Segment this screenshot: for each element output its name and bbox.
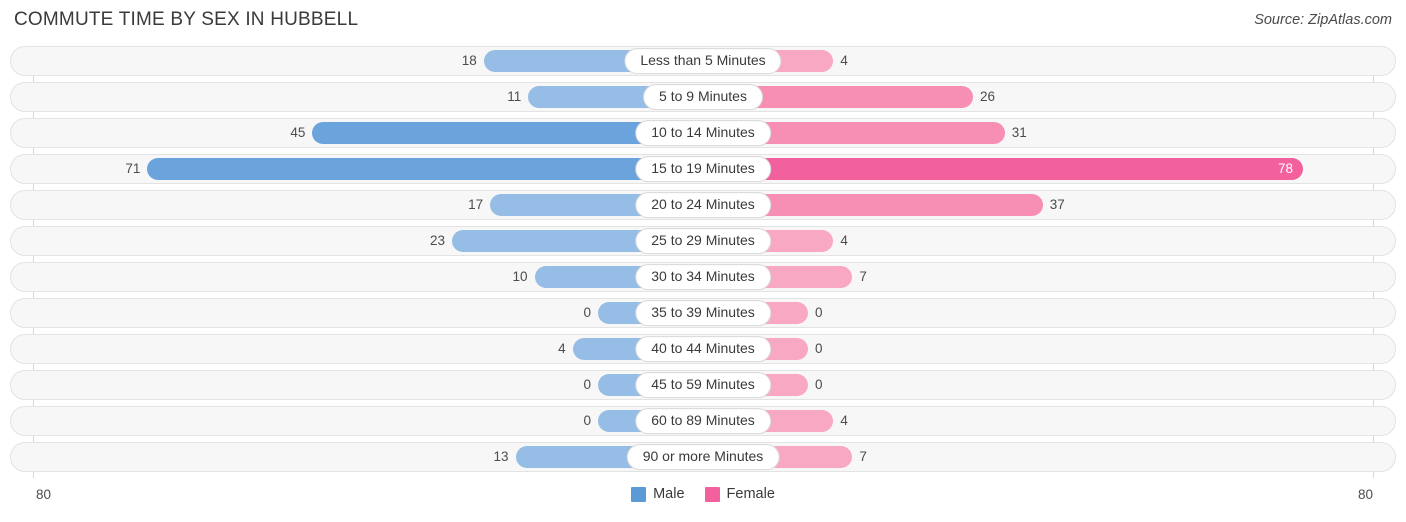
female-side: 78 xyxy=(703,158,1345,180)
category-label: 20 to 24 Minutes xyxy=(635,192,771,218)
legend-label: Male xyxy=(653,486,685,502)
source-attribution: Source: ZipAtlas.com xyxy=(1254,12,1392,28)
category-label: 60 to 89 Minutes xyxy=(635,408,771,434)
category-label: 30 to 34 Minutes xyxy=(635,264,771,290)
chart-row[interactable]: 11 26 5 to 9 Minutes xyxy=(10,82,1396,112)
male-side: 11 xyxy=(61,86,703,108)
category-label: 15 to 19 Minutes xyxy=(635,156,771,182)
female-value-label: 4 xyxy=(840,53,848,69)
male-value-label: 45 xyxy=(290,125,306,141)
category-label: 10 to 14 Minutes xyxy=(635,120,771,146)
male-side: 45 xyxy=(61,122,703,144)
male-side: 23 xyxy=(61,230,703,252)
female-value-label: 0 xyxy=(815,341,823,357)
male-side: 0 xyxy=(61,374,703,396)
male-value-label: 11 xyxy=(507,89,522,105)
male-value-label: 0 xyxy=(583,305,591,321)
legend-swatch-icon xyxy=(704,486,720,502)
male-value-label: 4 xyxy=(558,341,566,357)
legend-item[interactable]: Male xyxy=(631,486,685,502)
chart-row[interactable]: 17 37 20 to 24 Minutes xyxy=(10,190,1396,220)
category-label: 90 or more Minutes xyxy=(626,444,780,470)
female-value-label: 37 xyxy=(1049,197,1065,213)
chart-row[interactable]: 0 4 60 to 89 Minutes xyxy=(10,406,1396,436)
male-side: 0 xyxy=(61,302,703,324)
female-value-label: 0 xyxy=(815,377,823,393)
category-label: 25 to 29 Minutes xyxy=(635,228,771,254)
female-value-label: 4 xyxy=(840,413,848,429)
chart-row[interactable]: 18 4 Less than 5 Minutes xyxy=(10,46,1396,76)
category-label: 40 to 44 Minutes xyxy=(635,336,771,362)
legend-label: Female xyxy=(726,486,775,502)
male-value-label: 10 xyxy=(512,269,528,285)
female-value-label: 4 xyxy=(840,233,848,249)
male-side: 0 xyxy=(61,410,703,432)
chart-plot-area: 18 4 Less than 5 Minutes 11 26 5 to 9 Minutes… xyxy=(0,46,1406,478)
female-value-label: 7 xyxy=(859,269,867,285)
chart-footer: 80 80 Male Female xyxy=(0,484,1406,514)
chart-row[interactable]: 10 7 30 to 34 Minutes xyxy=(10,262,1396,292)
male-value-label: 17 xyxy=(468,197,484,213)
female-side: 0 xyxy=(703,302,1345,324)
male-value-label: 13 xyxy=(493,449,509,465)
page-title: COMMUTE TIME BY SEX IN HUBBELL xyxy=(14,9,359,30)
female-value-label: 7 xyxy=(859,449,867,465)
female-value-label: 31 xyxy=(1011,125,1027,141)
legend-item[interactable]: Female xyxy=(704,486,775,502)
female-side: 4 xyxy=(703,410,1345,432)
category-label: 45 to 59 Minutes xyxy=(635,372,771,398)
female-side: 7 xyxy=(703,266,1345,288)
female-side: 0 xyxy=(703,338,1345,360)
female-side: 0 xyxy=(703,374,1345,396)
female-side: 31 xyxy=(703,122,1345,144)
chart-row[interactable]: 13 7 90 or more Minutes xyxy=(10,442,1396,472)
chart-row[interactable]: 0 0 45 to 59 Minutes xyxy=(10,370,1396,400)
male-side: 71 xyxy=(61,158,703,180)
female-bar[interactable]: 78 xyxy=(703,158,1303,180)
male-side: 10 xyxy=(61,266,703,288)
male-side: 13 xyxy=(61,446,703,468)
female-side: 4 xyxy=(703,230,1345,252)
chart-row[interactable]: 0 0 35 to 39 Minutes xyxy=(10,298,1396,328)
chart-rows: 18 4 Less than 5 Minutes 11 26 5 to 9 Minutes… xyxy=(0,46,1406,472)
chart-row[interactable]: 71 78 15 to 19 Minutes xyxy=(10,154,1396,184)
chart-row[interactable]: 45 31 10 to 14 Minutes xyxy=(10,118,1396,148)
legend-swatch-icon xyxy=(631,486,647,502)
male-side: 4 xyxy=(61,338,703,360)
male-value-label: 23 xyxy=(430,233,446,249)
male-value-label: 18 xyxy=(461,53,477,69)
male-value-label: 71 xyxy=(125,161,141,177)
female-side: 26 xyxy=(703,86,1345,108)
male-value-label: 0 xyxy=(583,413,591,429)
chart-legend: Male Female xyxy=(0,486,1406,502)
chart-header: COMMUTE TIME BY SEX IN HUBBELL Source: Z… xyxy=(0,0,1406,42)
male-bar[interactable] xyxy=(147,158,703,180)
category-label: 5 to 9 Minutes xyxy=(643,84,763,110)
category-label: 35 to 39 Minutes xyxy=(635,300,771,326)
female-side: 7 xyxy=(703,446,1345,468)
male-side: 17 xyxy=(61,194,703,216)
chart-row[interactable]: 23 4 25 to 29 Minutes xyxy=(10,226,1396,256)
chart-row[interactable]: 4 0 40 to 44 Minutes xyxy=(10,334,1396,364)
female-value-label: 78 xyxy=(1277,161,1293,177)
male-side: 18 xyxy=(61,50,703,72)
female-value-label: 0 xyxy=(815,305,823,321)
category-label: Less than 5 Minutes xyxy=(624,48,782,74)
male-value-label: 0 xyxy=(583,377,591,393)
female-side: 4 xyxy=(703,50,1345,72)
female-value-label: 26 xyxy=(980,89,996,105)
female-side: 37 xyxy=(703,194,1345,216)
